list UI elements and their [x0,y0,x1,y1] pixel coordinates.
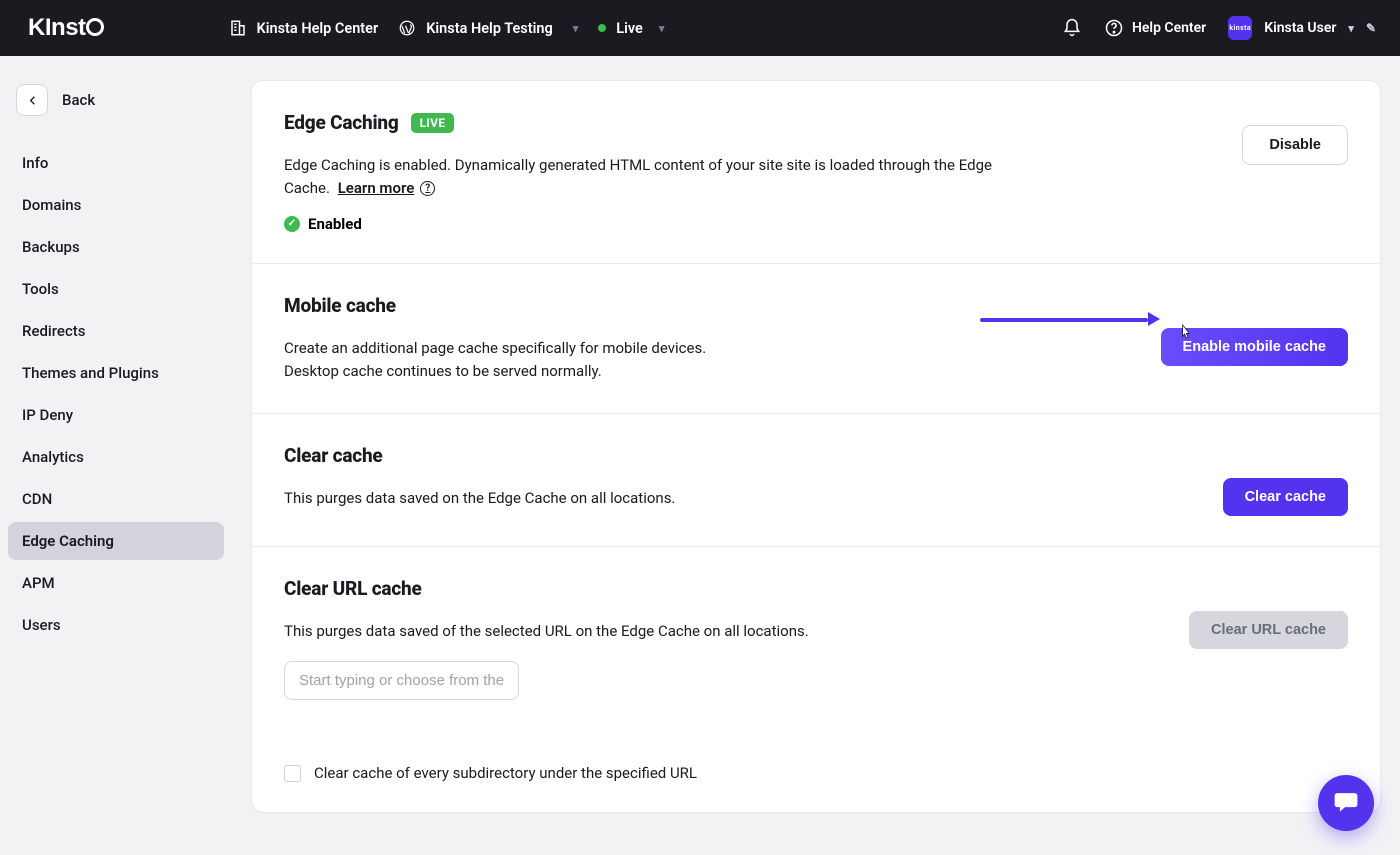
sidebar-item-users[interactable]: Users [8,606,224,644]
mobile-cache-description: Create an additional page cache specific… [284,337,706,384]
sidebar-nav: Info Domains Backups Tools Redirects The… [8,144,224,644]
subdirectory-checkbox[interactable] [284,765,301,782]
building-icon [229,19,247,37]
bell-icon[interactable] [1062,18,1082,38]
sidebar-item-ip-deny[interactable]: IP Deny [8,396,224,434]
breadcrumb-site-label: Kinsta Help Center [257,20,379,37]
sidebar-item-edge-caching[interactable]: Edge Caching [8,522,224,560]
edge-caching-section: Edge Caching LIVE Edge Caching is enable… [252,81,1380,264]
sidebar-item-info[interactable]: Info [8,144,224,182]
mobile-cache-section: Mobile cache Create an additional page c… [252,264,1380,415]
help-center-label: Help Center [1132,20,1206,36]
breadcrumb-project[interactable]: Kinsta Help Testing ▾ [398,19,578,37]
question-circle-icon [1104,18,1124,38]
subdirectory-checkbox-label: Clear cache of every subdirectory under … [314,764,697,782]
user-name: Kinsta User [1264,20,1336,36]
user-menu[interactable]: kinsta Kinsta User ▾ ✎ [1228,16,1376,40]
url-input[interactable] [284,661,519,700]
breadcrumb-site[interactable]: Kinsta Help Center [229,19,379,37]
sidebar-item-analytics[interactable]: Analytics [8,438,224,476]
sidebar-item-apm[interactable]: APM [8,564,224,602]
chevron-down-icon: ▾ [1348,22,1354,35]
environment-label: Live [616,20,643,37]
chevron-down-icon: ▾ [573,22,579,35]
sidebar-item-themes-plugins[interactable]: Themes and Plugins [8,354,224,392]
clear-cache-description: This purges data saved on the Edge Cache… [284,487,675,510]
clear-cache-section: Clear cache This purges data saved on th… [252,414,1380,547]
edge-caching-description: Edge Caching is enabled. Dynamically gen… [284,154,1004,201]
chat-icon [1332,787,1360,819]
back-label: Back [62,91,95,109]
sidebar-item-redirects[interactable]: Redirects [8,312,224,350]
sidebar: Back Info Domains Backups Tools Redirect… [0,56,232,855]
sidebar-item-domains[interactable]: Domains [8,186,224,224]
clear-url-cache-button[interactable]: Clear URL cache [1189,611,1348,649]
help-center-link[interactable]: Help Center [1104,18,1206,38]
clear-url-cache-heading: Clear URL cache [284,577,1165,600]
sidebar-item-tools[interactable]: Tools [8,270,224,308]
environment-selector[interactable]: Live ▾ [598,20,664,37]
clear-cache-heading: Clear cache [284,444,675,467]
clear-url-cache-description: This purges data saved of the selected U… [284,620,1004,643]
live-badge: LIVE [411,113,455,133]
breadcrumb: Kinsta Help Center Kinsta Help Testing ▾… [229,19,665,37]
sidebar-item-backups[interactable]: Backups [8,228,224,266]
clear-cache-button[interactable]: Clear cache [1223,478,1348,516]
edit-icon[interactable]: ✎ [1366,21,1376,35]
main-content: Edge Caching LIVE Edge Caching is enable… [232,56,1400,855]
edge-caching-heading: Edge Caching LIVE [284,111,1348,134]
topbar: KInst Kinsta Help Center Kinsta Help Tes… [0,0,1400,56]
avatar: kinsta [1228,16,1252,40]
breadcrumb-project-label: Kinsta Help Testing [426,20,553,37]
back-button[interactable] [16,84,48,116]
disable-button[interactable]: Disable [1242,125,1348,165]
sidebar-item-cdn[interactable]: CDN [8,480,224,518]
check-circle-icon: ✓ [284,216,300,232]
cursor-pointer-icon [1178,323,1194,343]
kinsta-logo[interactable]: KInst [28,14,105,42]
enabled-label: Enabled [308,215,362,233]
clear-url-cache-section: Clear URL cache This purges data saved o… [252,547,1380,812]
status-dot-icon [598,24,606,32]
chat-fab[interactable] [1318,775,1374,831]
annotation-arrow [980,314,1160,324]
chevron-down-icon: ▾ [659,22,665,35]
learn-more-link[interactable]: Learn more ? [338,177,436,200]
mobile-cache-heading: Mobile cache [284,294,706,317]
question-circle-icon: ? [420,181,435,196]
enabled-status: ✓ Enabled [284,215,1348,233]
wordpress-icon [398,19,416,37]
